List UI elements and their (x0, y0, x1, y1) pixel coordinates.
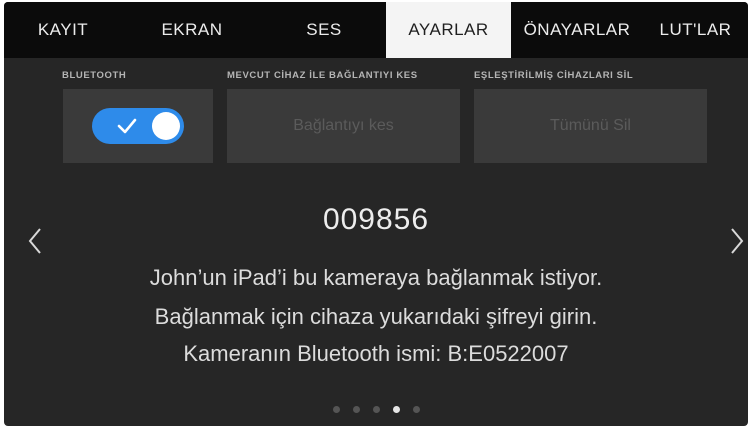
page-dot-2[interactable] (352, 406, 360, 413)
tab-ayarlar[interactable]: AYARLAR (386, 2, 511, 58)
settings-screen: KAYIT EKRAN SES AYARLAR ÖNAYARLAR LUT'LA… (4, 2, 748, 426)
page-dot-3[interactable] (372, 406, 380, 413)
disconnect-button[interactable]: Bağlantıyı kes (293, 117, 394, 135)
delete-all-button[interactable]: Tümünü Sil (550, 117, 631, 135)
forget-devices-label: EŞLEŞTİRİLMİŞ CİHAZLARI SİL (474, 70, 634, 81)
tab-onayarlar[interactable]: ÖNAYARLAR (511, 2, 643, 58)
page-dot-5[interactable] (412, 406, 420, 413)
forget-devices-panel: Tümünü Sil (474, 89, 707, 163)
checkmark-icon (117, 118, 137, 134)
bluetooth-toggle[interactable] (92, 108, 184, 144)
disconnect-label: MEVCUT CİHAZ İLE BAĞLANTIYI KES (227, 70, 418, 81)
tab-ekran[interactable]: EKRAN (122, 2, 262, 58)
pairing-message-line3: Kameranın Bluetooth ismi: B:E0522007 (183, 341, 569, 366)
disconnect-panel: Bağlantıyı kes (227, 89, 460, 163)
tab-ses[interactable]: SES (262, 2, 386, 58)
tab-bar: KAYIT EKRAN SES AYARLAR ÖNAYARLAR LUT'LA… (4, 2, 748, 58)
tab-luts[interactable]: LUT'LAR (643, 2, 748, 58)
toggle-knob (152, 112, 180, 140)
bluetooth-label: BLUETOOTH (62, 70, 127, 81)
pairing-code: 009856 (322, 203, 430, 236)
tab-kayit[interactable]: KAYIT (4, 2, 122, 58)
page-indicator (4, 406, 748, 413)
bluetooth-panel (63, 89, 213, 163)
page-dot-1[interactable] (332, 406, 340, 413)
page-dot-4[interactable] (392, 406, 400, 413)
pairing-message-line2: Bağlanmak için cihaza yukarıdaki şifreyi… (154, 304, 598, 329)
pairing-message-line1: John’un iPad’i bu kameraya bağlanmak ist… (149, 265, 603, 290)
